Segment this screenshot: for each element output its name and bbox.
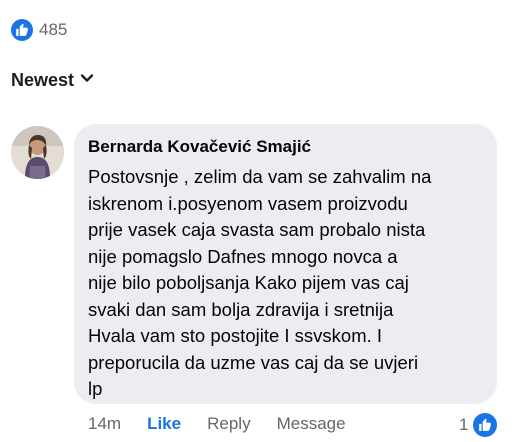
like-button[interactable]: Like [147,414,181,434]
sort-dropdown[interactable]: Newest [11,70,94,91]
sort-label: Newest [11,70,75,90]
comment-line: nije pomagslo Dafnes mnogo novca a [88,245,398,267]
like-icon [11,19,33,41]
reply-button[interactable]: Reply [207,414,250,434]
like-icon [471,411,500,439]
comment-actions: 14m Like Reply Message [88,414,372,434]
comment-text: Postovsnje , zelim da vam se zahvalim na… [88,164,483,403]
reaction-count: 485 [39,20,68,39]
avatar[interactable] [11,126,64,179]
comment-bubble: Bernarda Kovačević Smajić Postovsnje , z… [74,124,497,404]
comment-reaction-summary[interactable]: 1 [459,411,500,439]
comment-line: svaki dan sam bolja zdravija i sretnija [88,298,394,320]
comment-author[interactable]: Bernarda Kovačević Smajić [88,135,483,159]
comment-line: lp [88,378,103,399]
comment-reaction-count: 1 [459,415,469,434]
comment-line: nije bilo poboljsanja Kako pijem vas caj [88,272,409,293]
comment-section: 485 Newest Bernarda Kovačević Smajić Pos… [0,0,516,442]
comment-line: preporucila da uzme vas caj da se uvjeri [88,351,419,373]
post-reactions[interactable]: 485 [11,19,67,41]
comment-timestamp[interactable]: 14m [88,414,121,434]
comment-line: Hvala vam sto postojite I ssvskom. I [88,325,383,346]
chevron-down-icon [80,71,94,90]
message-button[interactable]: Message [277,414,346,434]
comment-line: prije vasek caja svasta sam probalo nist… [88,219,426,240]
comment-line: iskrenom i.posyenom vasem proizvodu [88,192,408,214]
comment-line: Postovsnje , zelim da vam se zahvalim na [88,166,432,187]
